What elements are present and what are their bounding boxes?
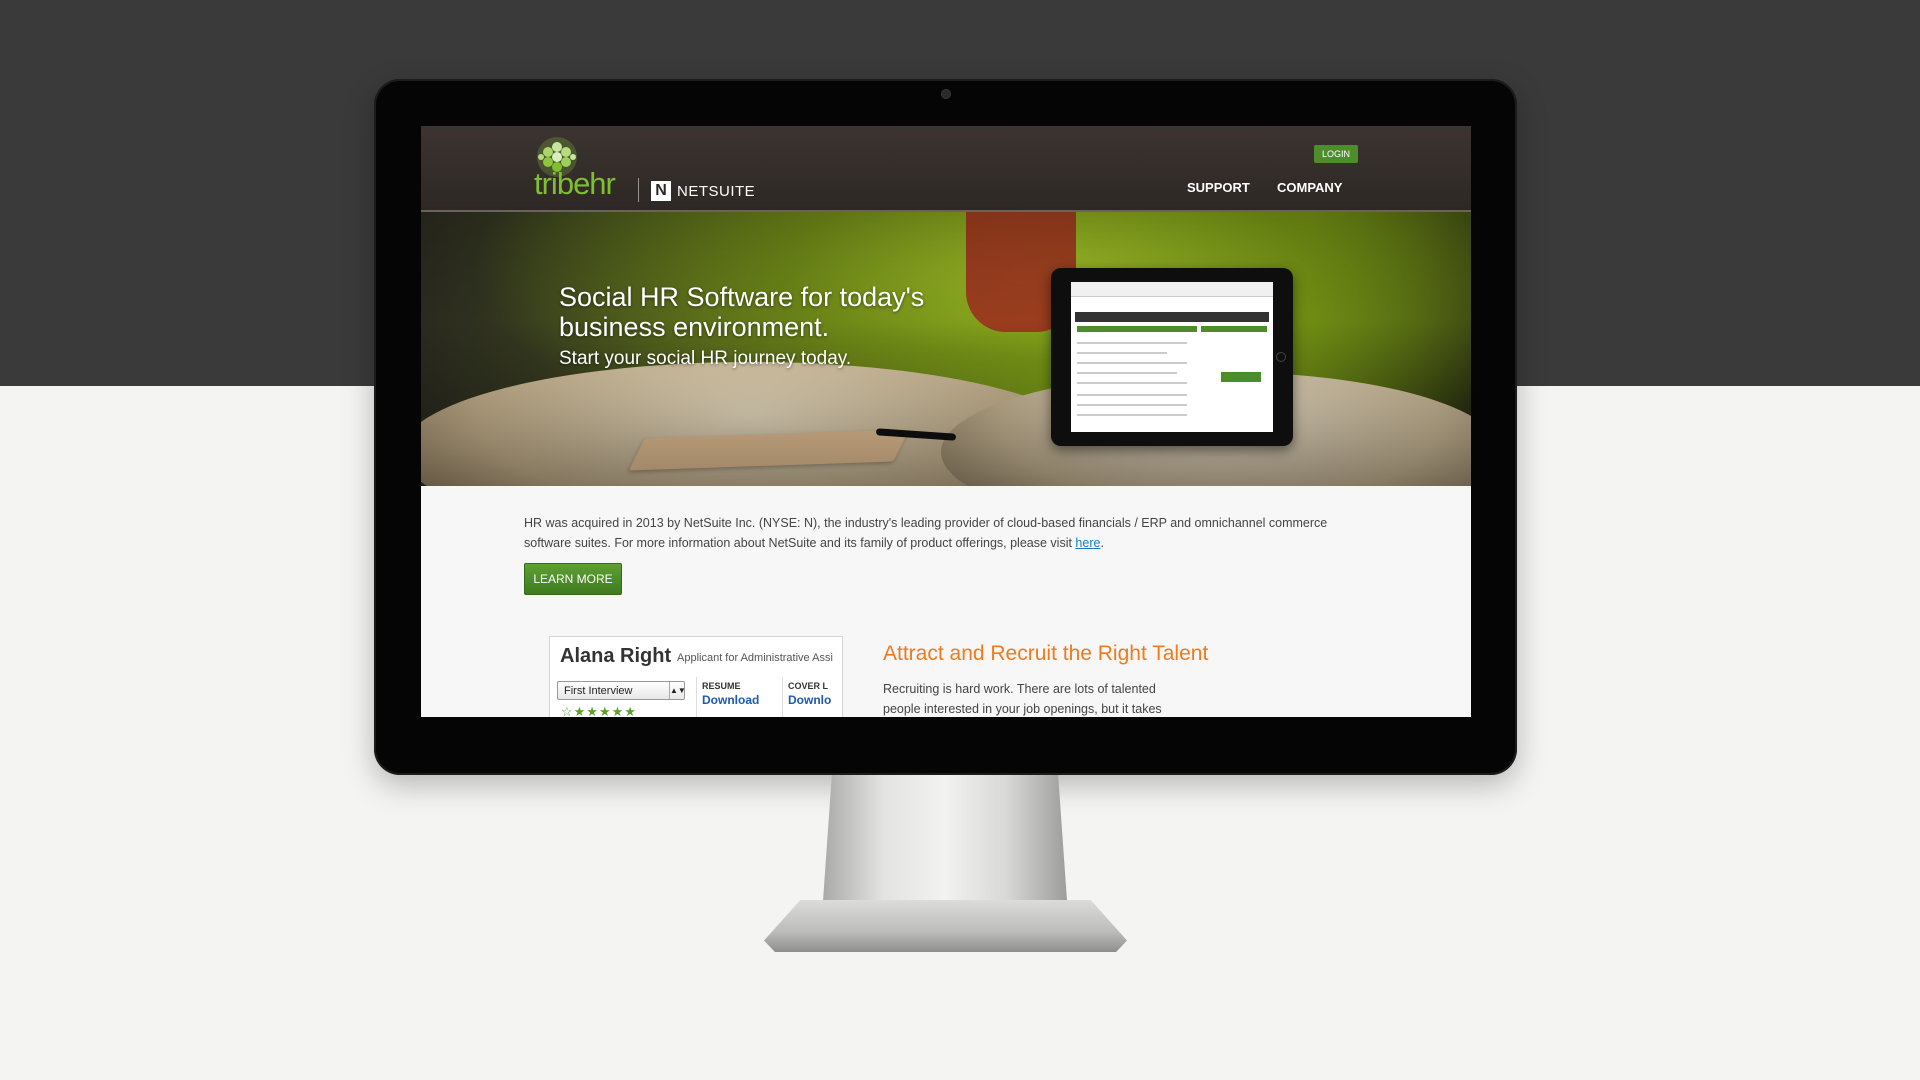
main-content: HR was acquired in 2013 by NetSuite Inc.… (421, 486, 1471, 717)
candidate-name: Alana Right (560, 645, 672, 667)
acquisition-text: HR was acquired in 2013 by NetSuite Inc.… (524, 516, 1328, 550)
hero-subtitle: Start your social HR journey today. (559, 348, 852, 369)
camera-dot (941, 89, 951, 99)
stage-select[interactable]: First Interview ▲▼ (557, 681, 686, 700)
netsuite-wordmark: NETSUITE (677, 183, 756, 200)
monitor-stand-neck (822, 775, 1068, 915)
nav-support[interactable]: SUPPORT (1187, 180, 1250, 195)
tablet-home-button (1276, 352, 1286, 362)
candidate-role: Applicant for Administrative Assi (677, 652, 833, 664)
cover-letter-label: COVER L (788, 681, 829, 691)
cover-letter-download-link[interactable]: Downlo (788, 693, 831, 707)
learn-more-button[interactable]: LEARN MORE (524, 563, 622, 595)
feature-title: Attract and Recruit the Right Talent (883, 642, 1209, 665)
hero-title: Social HR Software for today's business … (559, 282, 925, 342)
resume-label: RESUME (702, 681, 741, 691)
site-header: tribehr N NETSUITE LOGIN SUPPORT COMPANY (421, 126, 1471, 212)
hero-banner: Social HR Software for today's business … (421, 212, 1471, 542)
feature-text: Recruiting is hard work. There are lots … (883, 682, 1162, 716)
here-link[interactable]: here (1075, 536, 1100, 550)
resume-download-link[interactable]: Download (702, 693, 759, 707)
rating-stars[interactable]: ☆★★★★★ (561, 704, 637, 717)
website-screen: tribehr N NETSUITE LOGIN SUPPORT COMPANY… (421, 126, 1471, 717)
tribehr-wordmark[interactable]: tribehr (534, 166, 616, 202)
monitor-stand-base (764, 900, 1127, 952)
nav-company[interactable]: COMPANY (1277, 180, 1342, 195)
hero-tablet-image (1051, 268, 1293, 446)
netsuite-n-icon: N (651, 181, 671, 201)
candidate-card: Alana Right Applicant for Administrative… (549, 636, 843, 717)
login-button[interactable]: LOGIN (1314, 145, 1358, 163)
select-arrow-icon: ▲▼ (669, 682, 686, 699)
logo-divider (638, 178, 639, 202)
tablet-screenshot (1071, 282, 1273, 432)
